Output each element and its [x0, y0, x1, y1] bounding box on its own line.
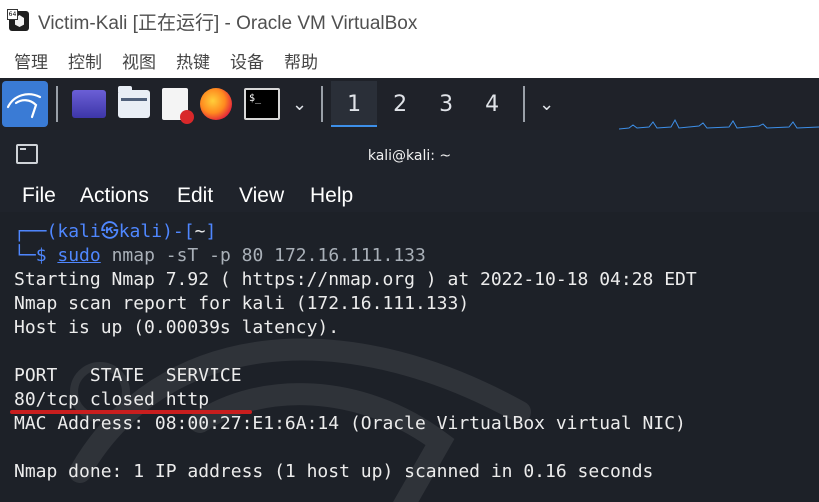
menu-view[interactable]: 视图: [122, 48, 156, 73]
terminal-body[interactable]: ┌──(kali㉿kali)-[~] └─$ sudo nmap -sT -p …: [0, 212, 819, 502]
prompt-user: kali: [57, 221, 101, 242]
prompt-host: kali: [118, 221, 163, 242]
window-titlebar: 64 Victim-Kali [正在运行] - Oracle VM Virtua…: [0, 0, 819, 42]
workspace-3[interactable]: 3: [423, 81, 469, 127]
output-line: PORT STATE SERVICE: [14, 365, 242, 386]
output-line: Starting Nmap 7.92 ( https://nmap.org ) …: [14, 269, 697, 290]
window-title: Victim-Kali [正在运行] - Oracle VM VirtualBo…: [38, 12, 418, 34]
prompt-command: nmap -sT -p 80 172.16.111.133: [111, 245, 426, 266]
show-desktop-icon[interactable]: [72, 90, 106, 118]
prompt-sudo: sudo: [57, 245, 101, 266]
panel-separator: [321, 86, 324, 122]
firefox-icon[interactable]: [200, 88, 232, 120]
output-line: MAC Address: 08:00:27:E1:6A:14 (Oracle V…: [14, 413, 686, 434]
text-editor-icon[interactable]: [162, 88, 194, 124]
terminal-menu-edit[interactable]: Edit: [177, 184, 213, 208]
chevron-down-icon[interactable]: ⌄: [539, 94, 554, 115]
workspace-1[interactable]: 1: [331, 81, 378, 127]
host-menubar: 管理 控制 视图 热键 设备 帮助: [0, 42, 819, 78]
prompt-at-symbol: ㉿: [100, 221, 119, 242]
terminal-menu-actions[interactable]: Actions: [80, 184, 149, 208]
menu-hotkeys[interactable]: 热键: [176, 48, 210, 73]
menu-manage[interactable]: 管理: [14, 48, 48, 73]
output-line: 80/tcp closed http: [14, 389, 210, 410]
prompt-line-1: ┌──(kali㉿kali)-[~]: [14, 221, 217, 242]
panel-separator: [56, 86, 58, 122]
prompt-path: ~: [194, 221, 206, 242]
kali-menu-icon[interactable]: [2, 81, 48, 127]
prompt-symbol: $: [35, 245, 47, 266]
output-line: Host is up (0.00039s latency).: [14, 317, 340, 338]
cpu-graph-icon: [619, 118, 819, 130]
terminal-title: kali@kali: ~: [367, 148, 452, 164]
terminal-menu-help[interactable]: Help: [310, 184, 353, 208]
kali-panel: ⌄ 1 2 3 4 ⌄: [0, 78, 819, 130]
workspace-2[interactable]: 2: [377, 81, 423, 127]
terminal-icon[interactable]: [244, 88, 280, 120]
prompt-line-2: └─$ sudo nmap -sT -p 80 172.16.111.133: [14, 245, 426, 266]
output-line: Nmap done: 1 IP address (1 host up) scan…: [14, 461, 654, 482]
output-line: Nmap scan report for kali (172.16.111.13…: [14, 293, 470, 314]
terminal-menu-view[interactable]: View: [239, 184, 284, 208]
workspace-4[interactable]: 4: [469, 81, 515, 127]
terminal-menu-file[interactable]: File: [22, 184, 56, 208]
file-manager-icon[interactable]: [118, 86, 150, 118]
menu-devices[interactable]: 设备: [230, 48, 264, 73]
panel-separator: [523, 86, 526, 122]
menu-help[interactable]: 帮助: [284, 48, 318, 73]
menu-control[interactable]: 控制: [68, 48, 102, 73]
terminal-titlebar: kali@kali: ~: [0, 130, 819, 182]
terminal-menubar: File Actions Edit View Help: [0, 182, 819, 212]
chevron-down-icon[interactable]: ⌄: [292, 94, 307, 115]
virtualbox-icon: 64: [7, 9, 30, 32]
